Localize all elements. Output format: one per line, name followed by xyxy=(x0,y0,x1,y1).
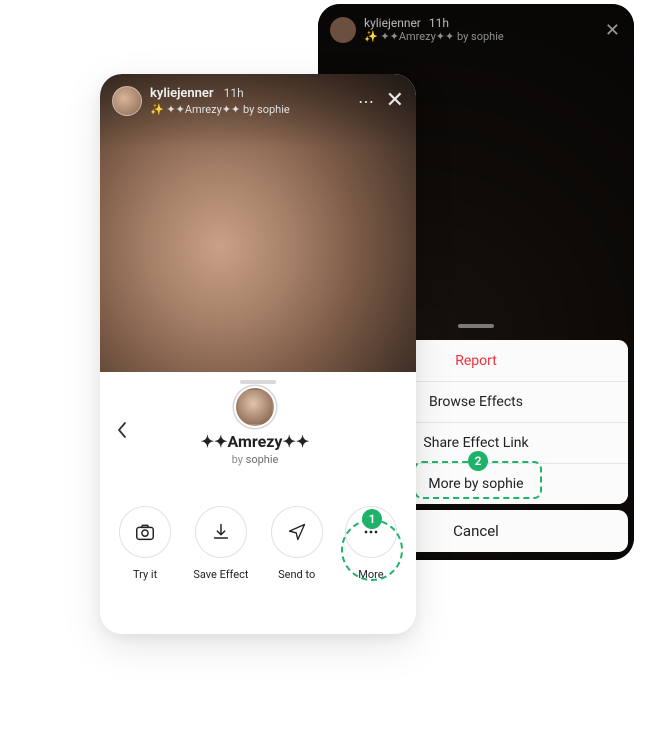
story-time: 11h xyxy=(224,86,244,101)
username: kyliejenner xyxy=(364,16,421,30)
creator-name[interactable]: sophie xyxy=(246,453,279,466)
by-prefix: by xyxy=(232,453,246,466)
story-area: kyliejenner 11h ✨ ✦✦Amrezy✦✦ by sophie ⋯… xyxy=(100,74,416,372)
action-label: Save Effect xyxy=(193,568,248,581)
try-it-button[interactable]: Try it xyxy=(119,506,171,581)
story-time: 11h xyxy=(429,16,449,30)
send-icon xyxy=(271,506,323,558)
story-header-back: kyliejenner 11h ✨ ✦✦Amrezy✦✦ by sophie xyxy=(330,16,622,43)
action-label: More xyxy=(358,568,383,581)
back-chevron-icon[interactable] xyxy=(116,421,128,439)
avatar[interactable] xyxy=(112,86,142,116)
effect-attribution: ✨ ✦✦Amrezy✦✦ by sophie xyxy=(364,30,504,43)
action-label: Send to xyxy=(278,568,315,581)
effect-info: ✦✦Amrezy✦✦ by sophie xyxy=(128,388,382,466)
effect-panel: ✦✦Amrezy✦✦ by sophie Try it Save Effect xyxy=(100,372,416,634)
effect-attribution[interactable]: ✨ ✦✦Amrezy✦✦ by sophie xyxy=(150,103,290,116)
avatar xyxy=(330,17,356,43)
username[interactable]: kyliejenner xyxy=(150,86,214,101)
step-badge-1: 1 xyxy=(362,509,382,529)
kebab-icon[interactable]: ⋯ xyxy=(358,92,376,111)
sheet-handle[interactable] xyxy=(458,324,494,328)
action-label: Try it xyxy=(133,568,157,581)
panel-handle[interactable] xyxy=(240,380,276,384)
foreground-phone: kyliejenner 11h ✨ ✦✦Amrezy✦✦ by sophie ⋯… xyxy=(100,74,416,634)
close-icon[interactable]: ✕ xyxy=(605,20,620,41)
step-badge-2: 2 xyxy=(468,451,488,471)
creator-avatar[interactable] xyxy=(236,388,274,426)
story-user-block: kyliejenner 11h ✨ ✦✦Amrezy✦✦ by sophie xyxy=(150,86,290,116)
send-to-button[interactable]: Send to xyxy=(271,506,323,581)
effect-byline[interactable]: by sophie xyxy=(128,453,382,466)
camera-icon xyxy=(119,506,171,558)
story-gradient xyxy=(100,74,416,372)
story-user-block: kyliejenner 11h ✨ ✦✦Amrezy✦✦ by sophie xyxy=(364,16,504,43)
panel-header: ✦✦Amrezy✦✦ by sophie xyxy=(100,394,416,472)
save-effect-button[interactable]: Save Effect xyxy=(193,506,248,581)
download-icon xyxy=(195,506,247,558)
close-icon[interactable]: ✕ xyxy=(386,88,404,113)
effect-name: ✦✦Amrezy✦✦ xyxy=(128,432,382,451)
